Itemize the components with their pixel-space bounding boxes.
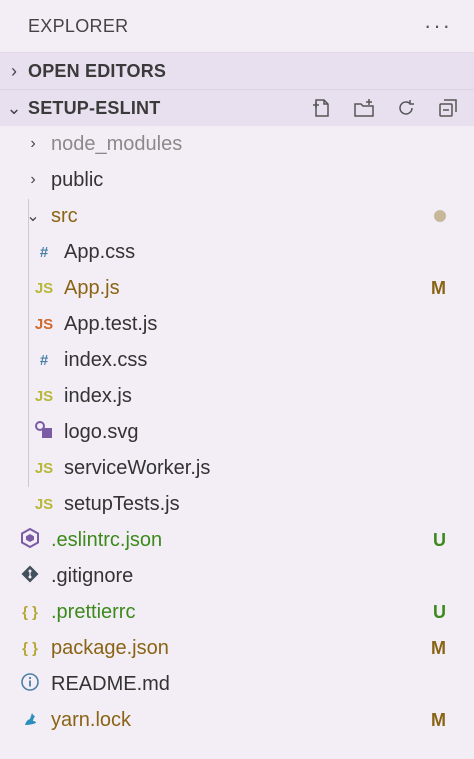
tree-item-prettierrc[interactable]: { } .prettierrc U <box>0 594 474 630</box>
file-name: index.js <box>64 384 132 407</box>
file-name: src <box>51 204 78 227</box>
tree-item-app-js[interactable]: JS App.js M <box>0 270 474 306</box>
tree-item-gitignore[interactable]: .gitignore <box>0 558 474 594</box>
refresh-icon[interactable] <box>394 96 418 120</box>
new-file-icon[interactable] <box>310 96 334 120</box>
file-name: App.css <box>64 240 136 263</box>
git-status-badge: U <box>433 601 446 622</box>
git-status-badge: M <box>431 637 446 658</box>
file-name: serviceWorker.js <box>64 456 211 479</box>
tree-item-eslintrc-json[interactable]: .eslintrc.json U <box>0 522 474 558</box>
file-name: .eslintrc.json <box>51 528 163 551</box>
tree-item-app-test-js[interactable]: JS App.test.js <box>0 306 474 342</box>
open-editors-label: OPEN EDITORS <box>28 60 167 81</box>
file-name: logo.svg <box>64 420 139 443</box>
tree-item-index-css[interactable]: # index.css <box>0 342 474 378</box>
js-file-icon: JS <box>34 459 54 477</box>
json-file-icon: { } <box>22 603 38 621</box>
tree-item-readme-md[interactable]: README.md <box>0 666 474 702</box>
tree-item-index-js[interactable]: JS index.js <box>0 378 474 414</box>
tree-item-package-json[interactable]: { } package.json M <box>0 630 474 666</box>
git-icon <box>19 564 41 588</box>
file-name: package.json <box>51 636 169 659</box>
info-icon <box>19 672 41 696</box>
tree-item-serviceworker-js[interactable]: JS serviceWorker.js <box>0 450 474 486</box>
chevron-down-icon: ⌄ <box>26 208 40 225</box>
yarn-icon <box>19 708 41 732</box>
file-name: public <box>51 168 104 191</box>
file-name: App.js <box>64 276 120 299</box>
explorer-title: EXPLORER <box>28 15 129 36</box>
file-name: yarn.lock <box>51 708 132 731</box>
git-status-badge: U <box>433 529 446 550</box>
tree-item-app-css[interactable]: # App.css <box>0 234 474 270</box>
json-file-icon: { } <box>22 639 38 657</box>
collapse-all-icon[interactable] <box>436 96 460 120</box>
folder-actions <box>310 90 460 126</box>
file-name: README.md <box>51 672 170 695</box>
tree-item-setuptests-js[interactable]: JS setupTests.js <box>0 486 474 522</box>
js-file-icon: JS <box>34 495 54 513</box>
open-editors-section[interactable]: › OPEN EDITORS <box>0 52 474 89</box>
js-file-icon: JS <box>34 387 54 405</box>
chevron-right-icon: › <box>30 135 36 152</box>
css-file-icon: # <box>39 243 49 261</box>
file-name: index.css <box>64 348 148 371</box>
file-name: App.test.js <box>64 312 158 335</box>
workspace-folder-section[interactable]: ⌄ SETUP-ESLINT <box>0 89 474 126</box>
tree-item-public[interactable]: › public <box>0 162 474 198</box>
new-folder-icon[interactable] <box>352 96 376 120</box>
more-actions-icon[interactable]: ··· <box>424 13 452 39</box>
file-name: node_modules <box>51 132 183 155</box>
git-status-badge: M <box>431 277 446 298</box>
file-tree: › node_modules › public ⌄ src # App.css … <box>0 126 474 738</box>
chevron-down-icon: ⌄ <box>6 97 22 118</box>
tree-item-logo-svg[interactable]: logo.svg <box>0 414 474 450</box>
chevron-right-icon: › <box>11 60 17 81</box>
file-name: .prettierrc <box>51 600 136 623</box>
tree-item-yarn-lock[interactable]: yarn.lock M <box>0 702 474 738</box>
svg-file-icon <box>33 420 55 444</box>
js-file-icon: JS <box>34 279 54 297</box>
eslint-icon <box>19 527 41 553</box>
file-name: setupTests.js <box>64 492 180 515</box>
file-name: .gitignore <box>51 564 134 587</box>
tree-item-node-modules[interactable]: › node_modules <box>0 126 474 162</box>
git-status-badge: M <box>431 709 446 730</box>
chevron-right-icon: › <box>30 171 36 188</box>
workspace-folder-label: SETUP-ESLINT <box>28 97 161 118</box>
test-js-file-icon: JS <box>34 315 54 333</box>
explorer-header: EXPLORER ··· <box>0 0 474 52</box>
tree-item-src[interactable]: ⌄ src <box>0 198 474 234</box>
modified-dot-icon <box>434 210 446 222</box>
css-file-icon: # <box>39 351 49 369</box>
